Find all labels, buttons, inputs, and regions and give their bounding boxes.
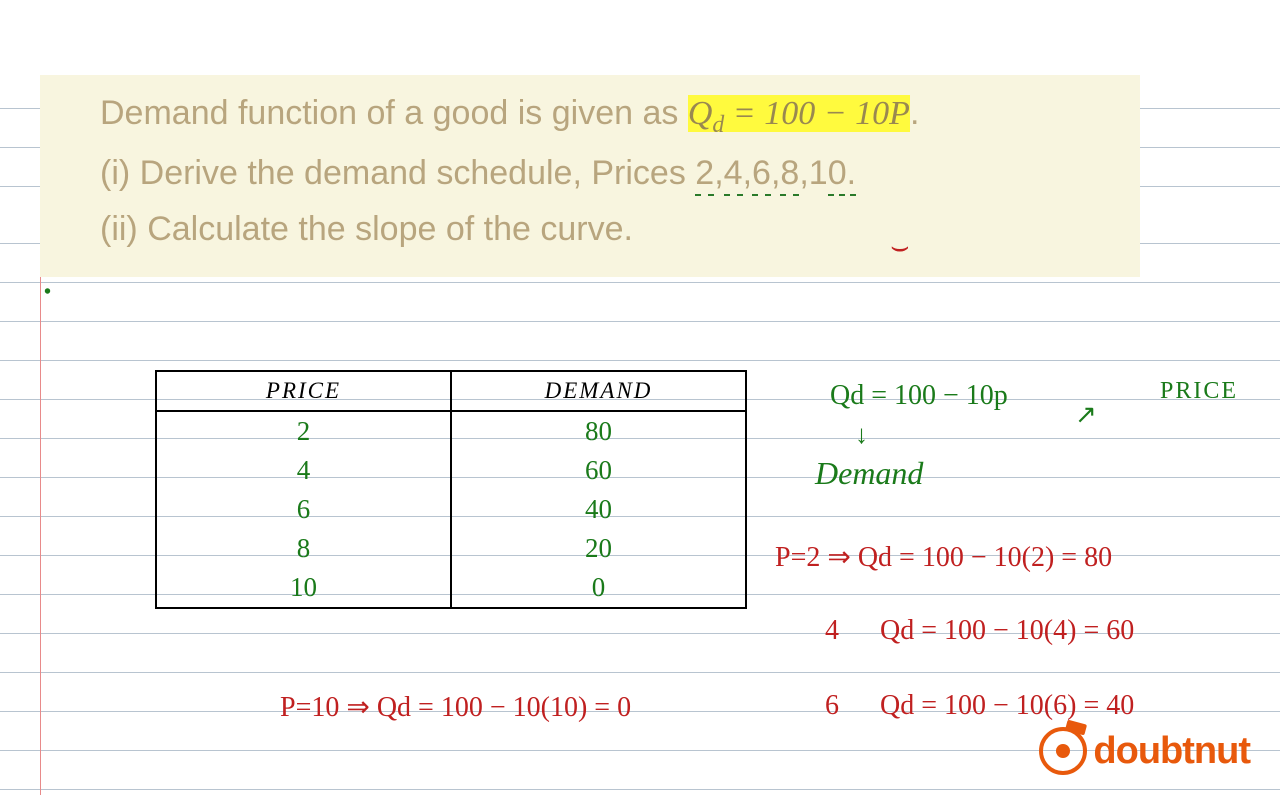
- checkmark-annotation: ⌣: [890, 230, 910, 264]
- price-cell: 2: [156, 411, 451, 451]
- table-row: 8 20: [156, 529, 746, 568]
- calc-p6-eq: Qd = 100 − 10(6) = 40: [880, 690, 1134, 722]
- table-row: 10 0: [156, 568, 746, 608]
- calc-p4-p: 4: [825, 615, 839, 647]
- calc-p6-p: 6: [825, 690, 839, 722]
- price-cell: 8: [156, 529, 451, 568]
- demand-cell: 20: [451, 529, 746, 568]
- demand-label-annotation: Demand: [815, 455, 923, 492]
- demand-schedule-table: PRICE DEMAND 2 80 4 60 6 40 8 20 10 0: [155, 370, 747, 609]
- arrow-to-demand: ↓: [855, 420, 868, 450]
- demand-cell: 60: [451, 451, 746, 490]
- price-header: PRICE: [156, 371, 451, 411]
- demand-cell: 40: [451, 490, 746, 529]
- calc-p10: P=10 ⇒ Qd = 100 − 10(10) = 0: [280, 690, 631, 724]
- price-cell: 6: [156, 490, 451, 529]
- price-cell: 4: [156, 451, 451, 490]
- equation-annotation: Qd = 100 − 10p: [830, 380, 1008, 412]
- demand-header: DEMAND: [451, 371, 746, 411]
- table-header-row: PRICE DEMAND: [156, 371, 746, 411]
- question-line-1: Demand function of a good is given as Qd…: [100, 85, 1120, 145]
- demand-cell: 80: [451, 411, 746, 451]
- table-row: 4 60: [156, 451, 746, 490]
- price-cell: 10: [156, 568, 451, 608]
- calc-p4-eq: Qd = 100 − 10(4) = 60: [880, 615, 1134, 647]
- demand-formula: Qd = 100 − 10P: [688, 95, 910, 132]
- table-row: 6 40: [156, 490, 746, 529]
- doubtnut-logo: doubtnut: [1039, 727, 1250, 775]
- question-part1-prefix: (i) Derive the demand schedule, Prices: [100, 154, 686, 192]
- content-area: Demand function of a good is given as Qd…: [0, 75, 1280, 277]
- doubtnut-logo-icon: [1039, 727, 1087, 775]
- arrow-to-price: ↗: [1075, 400, 1097, 430]
- calc-p2: P=2 ⇒ Qd = 100 − 10(2) = 80: [775, 540, 1112, 574]
- prices-underline: 2,4,6,8,10.: [695, 154, 856, 196]
- price-label-annotation: PRICE: [1160, 378, 1238, 405]
- demand-cell: 0: [451, 568, 746, 608]
- question-intro: Demand function of a good is given as: [100, 94, 678, 132]
- table-row: 2 80: [156, 411, 746, 451]
- question-line-3: (ii) Calculate the slope of the curve.: [100, 201, 1120, 257]
- bullet-mark: •: [44, 281, 51, 304]
- question-box: Demand function of a good is given as Qd…: [40, 75, 1140, 277]
- question-line-2: (i) Derive the demand schedule, Prices 2…: [100, 145, 1120, 201]
- doubtnut-logo-text: doubtnut: [1093, 730, 1250, 773]
